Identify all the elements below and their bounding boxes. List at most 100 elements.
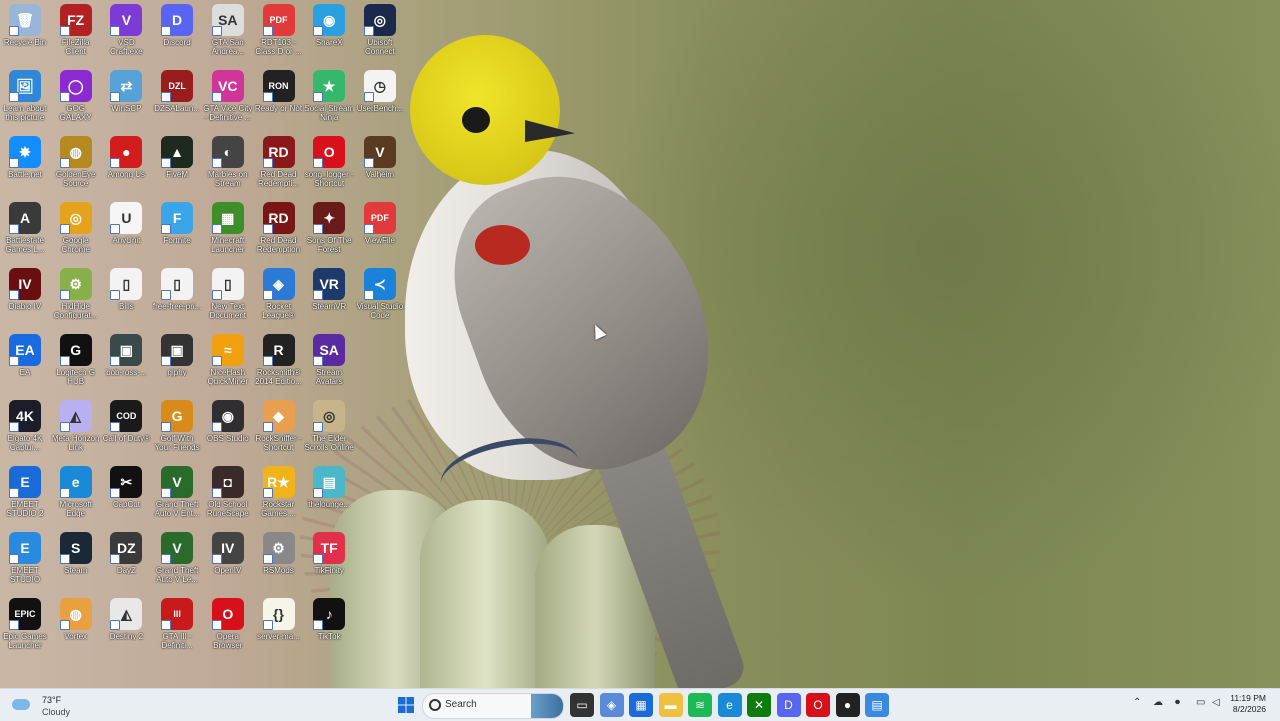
desktop-icon-grand-theft-auto-v-le[interactable]: V Grand Theft Auto V Le... — [152, 528, 202, 592]
desktop-icon-dayz[interactable]: DZ DayZ — [101, 528, 151, 592]
desktop-icon-server-ma[interactable]: {} server-ma... — [254, 594, 304, 658]
desktop-icon-label: Red Dead Redempti... — [258, 170, 299, 188]
desktop-icon-among-us[interactable]: ● Among Us — [101, 132, 151, 196]
app-icon: {} — [262, 598, 295, 630]
desktop-icon-social-stream-ninja[interactable]: ★ Social Stream Ninja — [304, 66, 354, 130]
desktop-icon-red-dead-redempti[interactable]: RD Red Dead Redempti... — [254, 132, 304, 196]
desktop-icon-opera-browser[interactable]: O Opera Browser — [203, 594, 253, 658]
microphone-icon[interactable]: ⏺ — [1175, 697, 1180, 708]
desktop-icon-winscp[interactable]: ⇄ WinSCP — [101, 66, 151, 130]
desktop-icon-call-of-duty[interactable]: COD Call of Duty® — [101, 396, 151, 460]
desktop-icon-giphy[interactable]: ▣ giphy — [152, 330, 202, 394]
desktop-icon-golf-with-your-friends[interactable]: G Golf With Your Friends — [152, 396, 202, 460]
desktop-icon-thelounge[interactable]: ▤ thelounge... — [304, 462, 354, 526]
desktop-icon-steam[interactable]: S Steam — [51, 528, 101, 592]
desktop-icon-ea[interactable]: EA EA — [0, 330, 50, 394]
desktop-icon-rsmods[interactable]: ⚙ RSMods — [254, 528, 304, 592]
desktop-icon-label: song_logger - Shortcut — [304, 170, 354, 188]
taskbar-app-active-icon[interactable]: ▤ — [865, 693, 889, 717]
start-button[interactable] — [394, 693, 418, 717]
desktop-icon-rocket-league[interactable]: ◈ Rocket League® — [254, 264, 304, 328]
desktop-icon-minecraft-launcher[interactable]: ▦ Minecraft Launcher — [203, 198, 253, 262]
desktop-icon-free-free-pri[interactable]: ▯ free-free-pri... — [152, 264, 202, 328]
desktop-icon-new-text-document[interactable]: ▯ New Text Document — [203, 264, 253, 328]
desktop-icon-microsoft-edge[interactable]: e Microsoft Edge — [51, 462, 101, 526]
desktop-icon-filezilla-client[interactable]: FZ FileZilla Client — [51, 0, 101, 64]
cloud-sync-icon[interactable]: ☁ — [1153, 697, 1163, 708]
app-icon: COD — [110, 400, 143, 432]
taskbar-task-view-icon[interactable]: ▭ — [570, 693, 594, 717]
taskbar-clock[interactable]: 11:19 PM 8/2/2026 — [1230, 693, 1266, 715]
desktop-icon-google-chrome[interactable]: ◎ Google Chrome — [51, 198, 101, 262]
desktop-icon-marbles-on-stream[interactable]: ◐ Marbles on Stream — [203, 132, 253, 196]
desktop-icon-learn-about-this-picture[interactable]: 🖼 Learn about this picture — [0, 66, 50, 130]
desktop-icon-vsd-craft-exe[interactable]: V VSD Craft.exe — [101, 0, 151, 64]
desktop-icon-red-dead-redemption[interactable]: RD Red Dead Redemption — [254, 198, 304, 262]
taskbar-search-box[interactable]: Search — [422, 693, 564, 719]
desktop-icon-userbench[interactable]: ◷ UserBench... — [355, 66, 405, 130]
taskbar-store-icon[interactable]: ▦ — [629, 693, 653, 717]
desktop-icon-sharex[interactable]: ◉ ShareX — [304, 0, 354, 64]
taskbar-spotify-icon[interactable]: ≋ — [688, 693, 712, 717]
desktop-icon-rocksmith-2014-editio[interactable]: R Rocksmith® 2014 Editio... — [254, 330, 304, 394]
desktop-icon-elgato-4k-captur[interactable]: 4K Elgato 4K Captur... — [0, 396, 50, 460]
weather-widget[interactable]: 73°F Cloudy — [8, 691, 88, 719]
desktop-icon-rocksniffer-shortcut[interactable]: ◆ RockSniffer - Shortcut — [254, 396, 304, 460]
desktop-icon-fortnite[interactable]: F Fortnite — [152, 198, 202, 262]
desktop-icon-battlestate-games-l[interactable]: A Battlestate Games L... — [0, 198, 50, 262]
desktop-icon-bob-ross[interactable]: ▣ bob-ross-... — [101, 330, 151, 394]
desktop-icon-nicehash-quickminer[interactable]: ≈ NiceHash QuickMiner — [203, 330, 253, 394]
desktop-icon-the-elder-scrolls-online[interactable]: ◎ The Elder Scrolls Online — [304, 396, 354, 460]
taskbar-file-explorer-icon[interactable]: ▬ — [658, 693, 683, 717]
desktop-icon-anyunit[interactable]: U AnyUnit — [101, 198, 151, 262]
desktop-icon-rockstar-games[interactable]: R★ Rockstar Games ... — [254, 462, 304, 526]
desktop-icon-destiny-2[interactable]: ◭ Destiny 2 — [101, 594, 151, 658]
desktop-icon-goldeneye-source[interactable]: ◍ GoldenEye Source — [51, 132, 101, 196]
desktop-icon-gta-vice-city-definitive[interactable]: VC GTA Vice City - Definitive ... — [203, 66, 253, 130]
desktop-icon-diablo-iv[interactable]: IV Diablo IV — [0, 264, 50, 328]
desktop-icon-ubisoft-connect[interactable]: ◎ Ubisoft Connect — [355, 0, 405, 64]
desktop-icon-vortex[interactable]: ◍ Vortex — [51, 594, 101, 658]
desktop-icon-gta-iii-definiti[interactable]: III GTA III - Definiti... — [152, 594, 202, 658]
desktop-icon-steamvr[interactable]: VR SteamVR — [304, 264, 354, 328]
taskbar-copilot-icon[interactable]: ◈ — [599, 693, 624, 717]
desktop-icon-ready-or-not[interactable]: RON Ready or Not — [254, 66, 304, 130]
taskbar-edge-icon[interactable]: e — [717, 693, 742, 717]
desktop-icon-battle-net[interactable]: ✸ Battle.net — [0, 132, 50, 196]
taskbar-discord-icon[interactable]: D — [776, 693, 801, 717]
desktop-icon-viewfile[interactable]: PDF ViewFile — [355, 198, 405, 262]
desktop-icon-old-school-runescape[interactable]: ◘ Old School RuneScape — [203, 462, 253, 526]
desktop-icon-grand-theft-auto-v-ent[interactable]: V Grand Theft Auto V Ent... — [152, 462, 202, 526]
desktop-icon-dzsalaun[interactable]: DZL DZSALaun... — [152, 66, 202, 130]
desktop-icon-epic-games-launcher[interactable]: EPIC Epic Games Launcher — [0, 594, 50, 658]
desktop-icon-discord[interactable]: D Discord — [152, 0, 202, 64]
desktop-icon-bills[interactable]: ▯ Bills — [101, 264, 151, 328]
desktop-icon-gta-san-andrea[interactable]: SA GTA San Andrea... — [203, 0, 253, 64]
desktop-icon-fivem[interactable]: ▲ FiveM — [152, 132, 202, 196]
show-hidden-icons-chevron-icon[interactable]: ⌃ — [1133, 697, 1141, 708]
desktop-icon-openiv[interactable]: IV OpenIV — [203, 528, 253, 592]
desktop-icon-gog-galaxy[interactable]: ◯ GOG GALAXY — [51, 66, 101, 130]
desktop-icon-sons-of-the-forest[interactable]: ✦ Sons Of The Forest — [304, 198, 354, 262]
taskbar-opera-icon[interactable]: O — [806, 693, 830, 717]
taskbar-xbox-icon[interactable]: ✕ — [747, 693, 771, 717]
desktop-icon-rdt103-class-d-or[interactable]: PDF RDT103 - Class D or ... — [254, 0, 304, 64]
desktop-icon-tikfinity[interactable]: TF TikFinity — [304, 528, 354, 592]
desktop-icon-logitech-g-hub[interactable]: G Logitech G HUB — [51, 330, 101, 394]
volume-icon[interactable]: ◁ — [1212, 697, 1220, 708]
desktop-icon-obs-studio[interactable]: ◉ OBS Studio — [203, 396, 253, 460]
desktop-icon-song-logger-shortcut[interactable]: Osong_logger - Shortcut — [304, 132, 354, 196]
desktop-icon-recycle-bin[interactable]: 🗑 Recycle Bin — [0, 0, 50, 64]
desktop-icon-stream-avatars[interactable]: SA Stream Avatars — [304, 330, 354, 394]
network-icon[interactable]: ▭ — [1196, 697, 1205, 708]
desktop-icon-label: ViewFile — [364, 236, 395, 245]
desktop-icon-emeet-studio-2[interactable]: E EMEET STUDIO 2 — [0, 462, 50, 526]
desktop-icon-capcut[interactable]: ✂ CapCut — [101, 462, 151, 526]
desktop-icon-hidhide-configurat[interactable]: ⚙ HidHide Configurat... — [51, 264, 101, 328]
desktop-icon-emeet-studio[interactable]: E EMEET STUDIO — [0, 528, 50, 592]
taskbar-recorder-icon[interactable]: ● — [835, 693, 860, 717]
desktop-icon-valheim[interactable]: V Valheim — [355, 132, 405, 196]
desktop-icon-visual-studio-code[interactable]: ≺ Visual Studio Code — [355, 264, 405, 328]
desktop-icon-meta-horizon-link[interactable]: ◭ Meta Horizon Link — [51, 396, 101, 460]
desktop-icon-tiktok[interactable]: ♪ TikTok — [304, 594, 354, 658]
